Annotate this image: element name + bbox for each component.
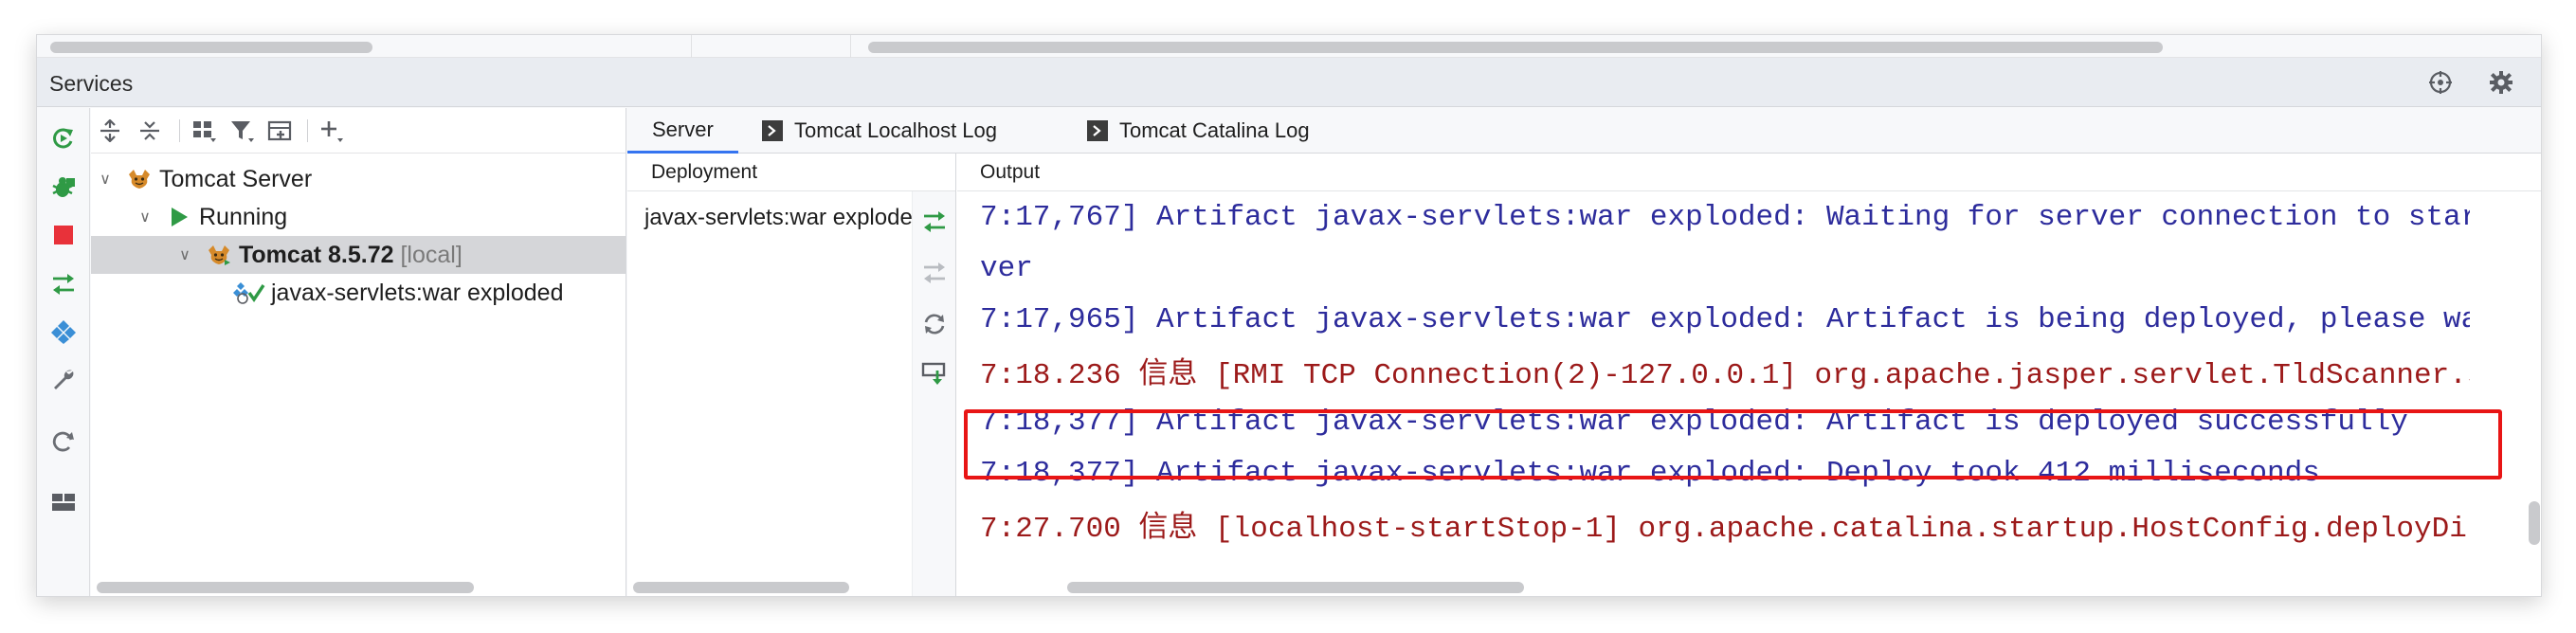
run-icon bbox=[165, 203, 193, 231]
services-tree-panel: ∨ Tomcat Server ∨ Running ∨ Tomcat 8.5.7… bbox=[91, 108, 626, 596]
tree-label-bold: Tomcat 8.5.72 bbox=[239, 241, 394, 268]
output-line: ver bbox=[980, 251, 1033, 285]
output-console[interactable]: 7:17,767] Artifact javax-servlets:war ex… bbox=[957, 191, 2470, 570]
output-line: 7:18,377] Artifact javax-servlets:war ex… bbox=[980, 456, 2320, 490]
console-icon bbox=[762, 120, 783, 141]
deployment-actions bbox=[912, 191, 955, 596]
detail-tabs: Server Tomcat Localhost Log Tomcat Catal… bbox=[627, 108, 2541, 154]
chevron-down-icon[interactable]: ∨ bbox=[95, 170, 116, 189]
deploy-icon[interactable] bbox=[50, 271, 77, 298]
refresh-icon[interactable] bbox=[50, 428, 77, 455]
gear-icon[interactable] bbox=[2488, 69, 2514, 96]
tree-label-suffix: [local] bbox=[393, 241, 463, 268]
wrench-icon[interactable] bbox=[50, 366, 77, 392]
tomcat-icon bbox=[205, 241, 233, 269]
services-title-bar: Services bbox=[37, 58, 2541, 107]
tab-tomcat-localhost-log[interactable]: Tomcat Localhost Log bbox=[762, 108, 997, 154]
layout-icon[interactable] bbox=[50, 489, 77, 515]
tree-row-running[interactable]: ∨ Running bbox=[91, 198, 626, 236]
group-icon[interactable] bbox=[190, 118, 219, 144]
output-line: 7:18.236 信息 [RMI TCP Connection(2)-127.0… bbox=[980, 359, 2470, 392]
chevron-down-icon[interactable]: ∨ bbox=[174, 245, 195, 264]
expand-all-icon[interactable] bbox=[96, 118, 124, 144]
output-line: 7:17,965] Artifact javax-servlets:war ex… bbox=[980, 302, 2470, 336]
collapse-all-icon[interactable] bbox=[136, 118, 164, 144]
tree-label: javax-servlets:war exploded bbox=[271, 279, 564, 306]
undeploy-icon[interactable] bbox=[921, 260, 948, 286]
tree-row-tomcat-server[interactable]: ∨ Tomcat Server bbox=[91, 160, 626, 198]
output-horizontal-scrollbar[interactable] bbox=[1067, 582, 1524, 593]
toolbar-separator bbox=[179, 119, 180, 142]
artifact-deployed-icon bbox=[233, 279, 265, 307]
strip-divider bbox=[691, 35, 692, 58]
tab-label: Server bbox=[652, 117, 714, 141]
chevron-down-icon[interactable]: ∨ bbox=[135, 208, 155, 226]
strip-divider bbox=[850, 35, 851, 58]
panel-title: Services bbox=[49, 71, 134, 96]
redeploy-icon[interactable] bbox=[921, 311, 948, 337]
tab-server[interactable]: Server bbox=[627, 108, 738, 154]
output-panel: Output 7:17,767] Artifact javax-servlets… bbox=[957, 154, 2541, 596]
deployment-horizontal-scrollbar[interactable] bbox=[633, 582, 849, 593]
tree-row-tomcat-local[interactable]: ∨ Tomcat 8.5.72 [local] bbox=[91, 236, 626, 274]
debug-icon[interactable] bbox=[50, 174, 77, 201]
output-line: 7:17,767] Artifact javax-servlets:war ex… bbox=[980, 200, 2470, 234]
tab-label: Tomcat Localhost Log bbox=[794, 118, 998, 142]
deployment-panel: Deployment javax-servlets:war exploded bbox=[627, 154, 956, 596]
top-left-scrollbar[interactable] bbox=[50, 42, 372, 53]
tree-toolbar bbox=[91, 108, 626, 154]
deploy-all-icon[interactable] bbox=[921, 360, 948, 387]
filter-icon[interactable] bbox=[228, 118, 257, 144]
top-right-scrollbar[interactable] bbox=[868, 42, 2163, 53]
tab-label: Tomcat Catalina Log bbox=[1119, 118, 1310, 142]
deploy-icon[interactable] bbox=[921, 208, 948, 235]
deployment-item-label: javax-servlets:war exploded bbox=[644, 205, 919, 230]
tab-tomcat-catalina-log[interactable]: Tomcat Catalina Log bbox=[1087, 108, 1310, 154]
crosshair-icon[interactable] bbox=[2427, 69, 2454, 96]
output-line: 7:27.700 信息 [localhost-startStop-1] org.… bbox=[980, 513, 2470, 546]
services-window: Services ∨ Tomcat Server ∨ Running ∨ Tom… bbox=[36, 34, 2542, 597]
deployment-header: Deployment bbox=[627, 154, 955, 191]
tree-label: Running bbox=[199, 203, 288, 230]
add-icon[interactable] bbox=[318, 118, 347, 144]
left-toolbar bbox=[37, 108, 90, 596]
tree-horizontal-scrollbar[interactable] bbox=[97, 582, 474, 593]
tomcat-icon bbox=[125, 165, 154, 193]
tree-label: Tomcat Server bbox=[159, 165, 313, 192]
tree-row-artifact[interactable]: javax-servlets:war exploded bbox=[91, 274, 626, 312]
console-icon bbox=[1087, 120, 1108, 141]
output-vertical-scrollbar[interactable] bbox=[2529, 501, 2540, 545]
rerun-icon[interactable] bbox=[50, 125, 77, 152]
artifact-icon[interactable] bbox=[50, 318, 77, 345]
deployment-item[interactable]: javax-servlets:war exploded bbox=[635, 205, 919, 231]
toolbar-separator bbox=[307, 119, 308, 142]
output-header: Output bbox=[957, 154, 2541, 191]
stop-icon[interactable] bbox=[50, 222, 77, 248]
new-tab-icon[interactable] bbox=[266, 118, 295, 144]
output-line-highlighted: 7:18,377] Artifact javax-servlets:war ex… bbox=[980, 405, 2408, 439]
top-scroll-strip bbox=[37, 35, 2541, 58]
server-detail-area: Server Tomcat Localhost Log Tomcat Catal… bbox=[627, 108, 2541, 596]
